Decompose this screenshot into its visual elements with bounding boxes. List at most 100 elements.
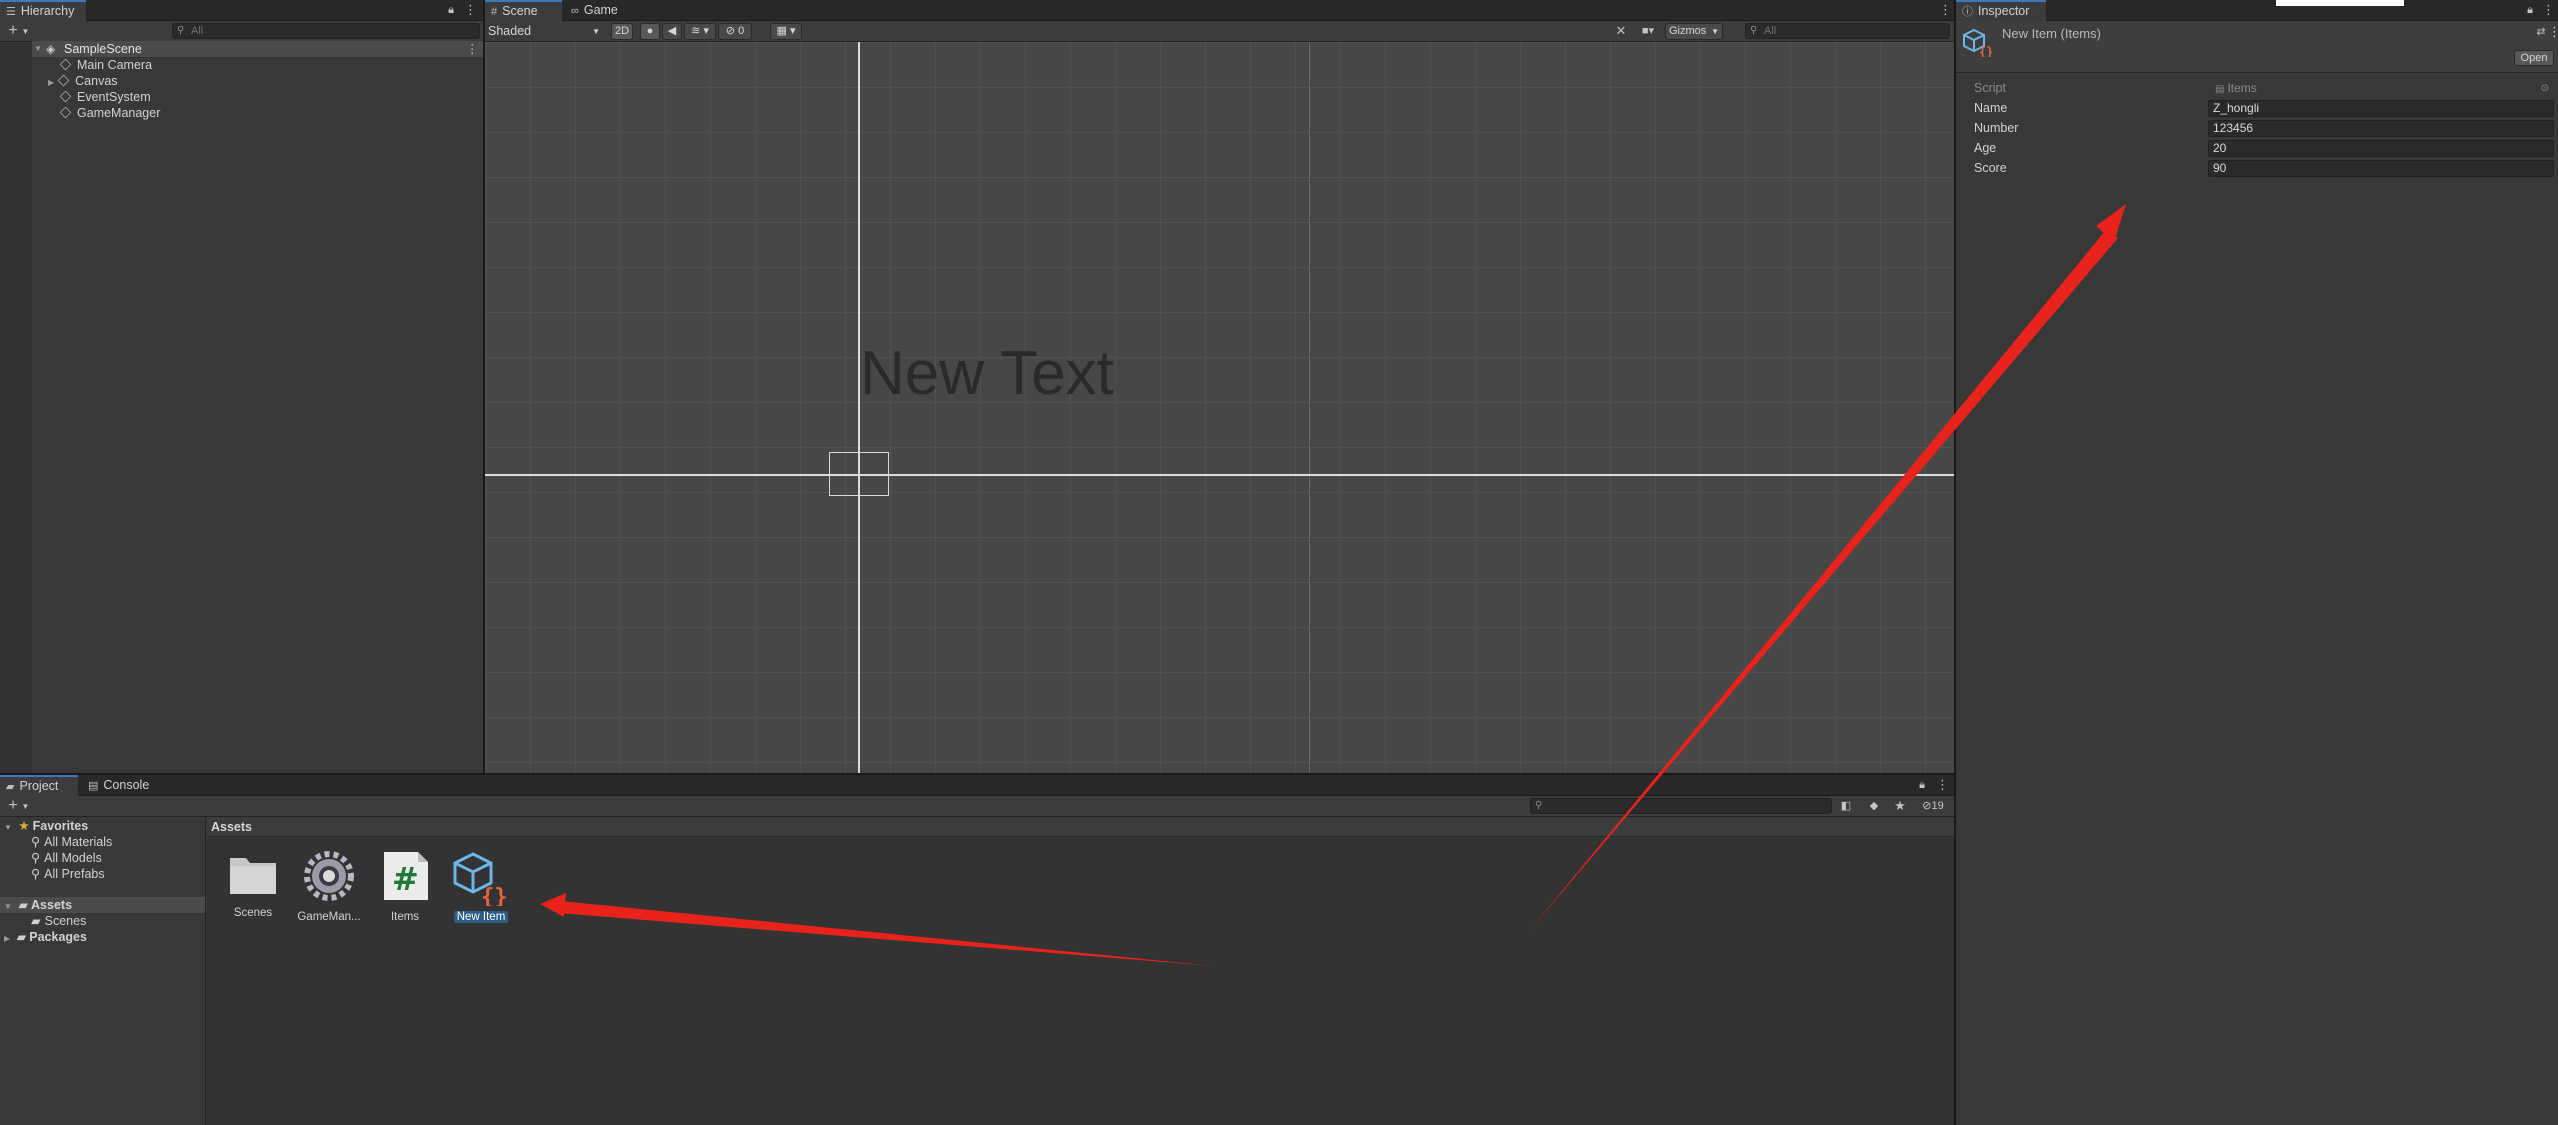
scene-search-input[interactable]: ⚲ All bbox=[1745, 23, 1950, 39]
hierarchy-panel: ☰ Hierarchy 🔒︎ ⋮ + ▼ ⚲ All ▼ ◈ SampleScene… bbox=[0, 0, 483, 773]
age-field[interactable]: 20 bbox=[2208, 140, 2554, 157]
toggle-2d-button[interactable]: 2D bbox=[611, 23, 633, 40]
more-menu-icon[interactable]: ⋮ bbox=[2542, 2, 2555, 18]
expand-arrow-icon[interactable]: ▶ bbox=[4, 934, 10, 943]
favorite-star-icon[interactable]: ★ bbox=[1892, 798, 1908, 814]
favorite-star-icon: ★ bbox=[18, 819, 30, 833]
scene-toolbar: Shaded ▼ 2D ● ◀ ≋ ▾ ⊘ 0 ▦ ▾ ✕ ■▾ Gizmos … bbox=[485, 21, 1954, 42]
shading-dropdown[interactable]: Shaded ▼ bbox=[488, 23, 602, 40]
hidden-packages-icon[interactable]: ⊘19 bbox=[1916, 798, 1950, 814]
hierarchy-item-canvas[interactable]: ▶ Canvas bbox=[48, 73, 118, 89]
inspector-tabbar: ⓘ Inspector 🔒︎ ⋮ bbox=[1956, 0, 2558, 21]
label-icon[interactable]: ◆ bbox=[1866, 798, 1882, 814]
tab-inspector[interactable]: ⓘ Inspector bbox=[1956, 0, 2046, 21]
chevron-down-icon[interactable]: ▼ bbox=[21, 24, 30, 40]
hierarchy-toolbar: + ▼ ⚲ All bbox=[0, 21, 483, 42]
camera-gizmo[interactable] bbox=[829, 452, 889, 496]
expand-arrow-icon[interactable]: ▼ bbox=[34, 41, 42, 57]
scene-tabbar: # Scene ∞ Game ⋮ bbox=[485, 0, 1954, 21]
asset-scenes[interactable]: Scenes bbox=[217, 850, 289, 919]
grid-icon: # bbox=[491, 6, 498, 18]
inspector-header: {} New Item (Items) ⇄ ⋮ Open bbox=[1956, 21, 2558, 73]
folder-icon: ▰ bbox=[6, 781, 15, 793]
expand-arrow-icon[interactable]: ▼ bbox=[4, 902, 12, 911]
scene-visibility-button[interactable]: ⊘ 0 bbox=[718, 23, 752, 40]
expand-arrow-icon[interactable]: ▼ bbox=[4, 823, 12, 832]
add-icon[interactable]: + bbox=[6, 798, 20, 814]
info-icon: ⓘ bbox=[1962, 6, 1973, 18]
folder-icon bbox=[230, 858, 276, 894]
gameobject-icon bbox=[59, 90, 72, 103]
favorites-row[interactable]: ▼ ★ Favorites bbox=[4, 818, 88, 834]
project-search-input[interactable]: ⚲ bbox=[1530, 798, 1832, 814]
canvas-text-object[interactable]: New Text bbox=[860, 338, 1114, 409]
tab-console[interactable]: ▤ Console bbox=[82, 775, 162, 796]
asset-gamemanager[interactable]: GameMan... bbox=[293, 850, 365, 923]
tab-game[interactable]: ∞ Game bbox=[565, 0, 627, 21]
asset-caption-selected: New Item bbox=[453, 911, 509, 923]
tools-icon[interactable]: ✕ bbox=[1613, 23, 1629, 39]
effects-toggle-icon[interactable]: ≋ ▾ bbox=[684, 23, 716, 40]
hierarchy-item-gamemanager[interactable]: GameManager bbox=[59, 105, 160, 121]
favorite-all-models[interactable]: ⚲ All Models bbox=[31, 850, 102, 866]
hierarchy-scene-row[interactable]: ▼ ◈ SampleScene ⋮ bbox=[32, 41, 483, 57]
chevron-down-icon: ▼ bbox=[1711, 27, 1719, 36]
preset-icon[interactable]: ⇄ bbox=[2534, 24, 2548, 40]
add-icon[interactable]: + bbox=[6, 23, 20, 39]
grid-toggle-icon[interactable]: ▦ ▾ bbox=[770, 23, 802, 40]
gizmos-dropdown[interactable]: Gizmos ▼ bbox=[1665, 23, 1723, 40]
search-icon: ⚲ bbox=[31, 867, 41, 881]
gear-icon bbox=[304, 851, 354, 901]
scene-panel: # Scene ∞ Game ⋮ Shaded ▼ 2D ● ◀ ≋ ▾ ⊘ 0 ▦… bbox=[485, 0, 1954, 773]
favorite-all-materials[interactable]: ⚲ All Materials bbox=[31, 834, 112, 850]
hierarchy-item-main-camera[interactable]: Main Camera bbox=[59, 57, 152, 73]
search-icon: ⚲ bbox=[1750, 25, 1758, 36]
scriptable-object-icon: {} bbox=[1963, 28, 1992, 57]
csharp-script-icon: # bbox=[384, 852, 428, 900]
scene-canvas[interactable]: New Text bbox=[485, 42, 1954, 773]
audio-toggle-icon[interactable]: ◀ bbox=[662, 23, 682, 40]
more-menu-icon[interactable]: ⋮ bbox=[2548, 24, 2558, 40]
assets-grid: Scenes GameMan... # Items {} New Item bbox=[207, 838, 1954, 1125]
search-icon: ⚲ bbox=[31, 851, 41, 865]
scene-menu-icon[interactable]: ⋮ bbox=[466, 41, 479, 57]
packages-folder-row[interactable]: ▶ ▰ Packages bbox=[4, 929, 87, 945]
favorite-all-prefabs[interactable]: ⚲ All Prefabs bbox=[31, 866, 105, 882]
gameobject-icon bbox=[59, 106, 72, 119]
svg-text:{}: {} bbox=[1979, 45, 1992, 57]
scenes-folder-row[interactable]: ▰ Scenes bbox=[31, 913, 86, 929]
hierarchy-search-input[interactable]: ⚲ All bbox=[172, 23, 480, 39]
hierarchy-item-eventsystem[interactable]: EventSystem bbox=[59, 89, 151, 105]
chevron-down-icon[interactable]: ▼ bbox=[21, 799, 30, 815]
more-menu-icon[interactable]: ⋮ bbox=[1939, 2, 1952, 18]
asset-items-script[interactable]: # Items bbox=[369, 850, 441, 923]
target-icon[interactable]: ⊙ bbox=[2541, 81, 2549, 96]
assets-breadcrumb-bar: Assets bbox=[207, 817, 1954, 837]
score-field[interactable]: 90 bbox=[2208, 160, 2554, 177]
asset-new-item[interactable]: {} New Item bbox=[445, 850, 517, 926]
number-field[interactable]: 123456 bbox=[2208, 120, 2554, 137]
lock-icon[interactable]: 🔒︎ bbox=[445, 2, 457, 18]
breadcrumb-assets[interactable]: Assets bbox=[211, 820, 252, 834]
open-button[interactable]: Open bbox=[2514, 50, 2554, 66]
lock-icon[interactable]: 🔒︎ bbox=[1916, 777, 1928, 793]
field-label-age: Age bbox=[1974, 141, 1997, 155]
tab-project[interactable]: ▰ Project bbox=[0, 775, 78, 796]
more-menu-icon[interactable]: ⋮ bbox=[1936, 777, 1949, 793]
search-icon: ⚲ bbox=[177, 25, 185, 36]
lock-icon[interactable]: 🔒︎ bbox=[2524, 2, 2536, 18]
tab-hierarchy[interactable]: ☰ Hierarchy bbox=[0, 0, 86, 21]
svg-text:{}: {} bbox=[481, 885, 508, 906]
name-field[interactable]: Z_hongli bbox=[2208, 100, 2554, 117]
lighting-toggle-icon[interactable]: ● bbox=[640, 23, 660, 40]
camera-icon[interactable]: ■▾ bbox=[1637, 23, 1659, 39]
expand-arrow-icon[interactable]: ▶ bbox=[48, 78, 54, 87]
gameobject-icon bbox=[57, 74, 70, 87]
tab-scene[interactable]: # Scene bbox=[485, 0, 562, 21]
script-field: ▤ Items ⊙ bbox=[2208, 80, 2554, 97]
field-label-score: Score bbox=[1974, 161, 2007, 175]
assets-folder-row[interactable]: ▼ ▰ Assets bbox=[0, 897, 205, 913]
search-by-type-icon[interactable]: ◧ bbox=[1838, 798, 1854, 814]
canvas-bounds-horizontal bbox=[485, 474, 1954, 476]
more-menu-icon[interactable]: ⋮ bbox=[464, 2, 477, 18]
